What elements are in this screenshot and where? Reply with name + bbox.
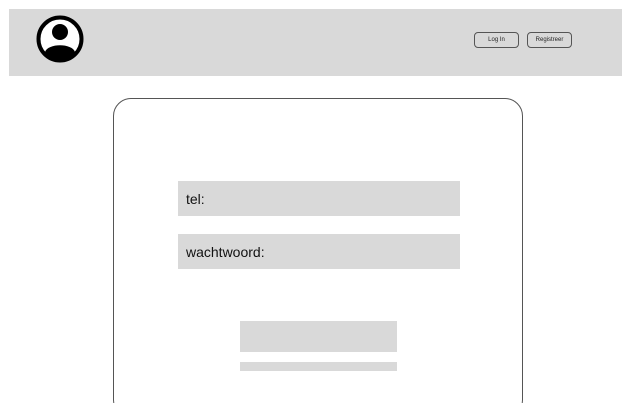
login-card: tel: wachtwoord:: [113, 98, 523, 403]
header-bar: Log In Registreer: [9, 9, 622, 76]
login-button[interactable]: Log In: [474, 32, 519, 48]
tel-field[interactable]: tel:: [178, 181, 460, 216]
password-field[interactable]: wachtwoord:: [178, 234, 460, 269]
user-avatar-icon[interactable]: [36, 15, 84, 63]
tel-field-label: tel:: [186, 190, 205, 207]
password-field-label: wachtwoord:: [186, 243, 265, 260]
secondary-link-placeholder[interactable]: [240, 362, 397, 371]
register-button[interactable]: Registreer: [527, 32, 572, 48]
submit-button[interactable]: [240, 321, 397, 352]
page: Log In Registreer tel: wachtwoord:: [0, 0, 622, 403]
